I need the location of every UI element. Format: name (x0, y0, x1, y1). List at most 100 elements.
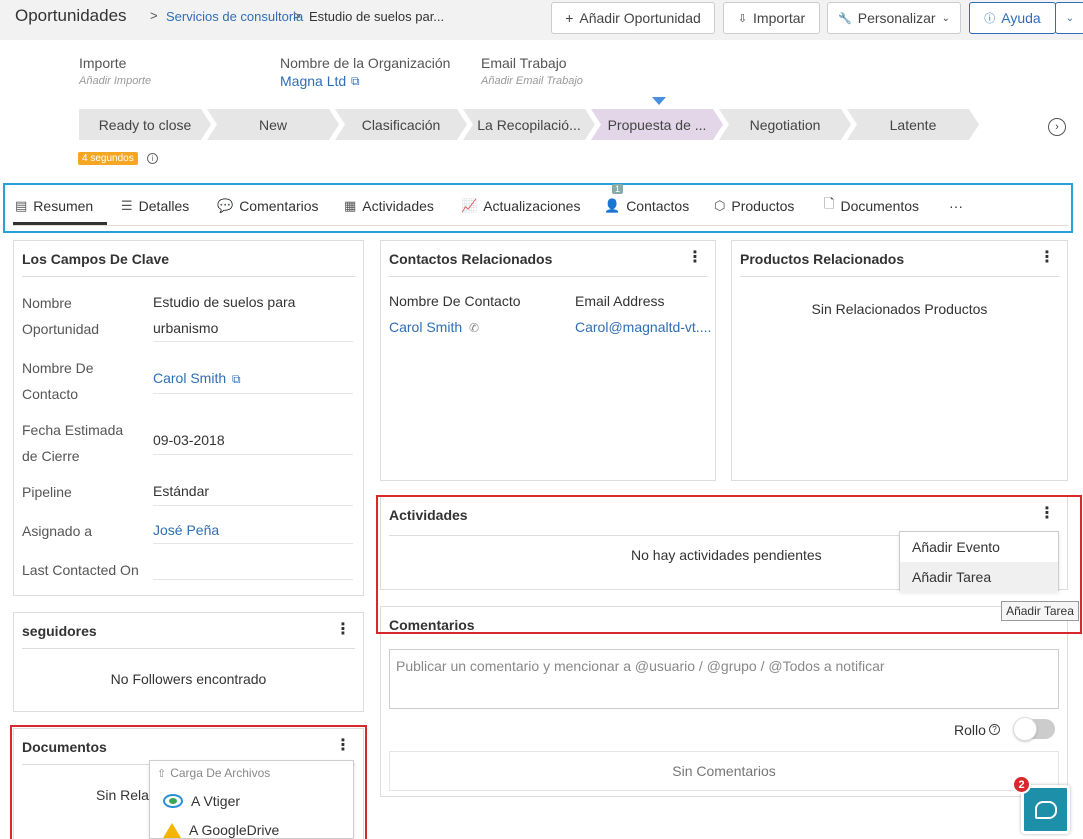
import-button[interactable]: ⇩ Importar (723, 2, 820, 34)
rollup-label: Rollo (954, 722, 986, 738)
contact-email-link[interactable]: Carol@magnaltd-vt.... (575, 319, 711, 335)
module-title[interactable]: Oportunidades (15, 6, 127, 26)
contact-name-link[interactable]: Carol Smith (389, 319, 462, 335)
field-label: Asignado a (22, 523, 93, 539)
card-title: Los Campos De Clave (22, 251, 170, 267)
field-value[interactable]: Estudio de suelos para urbanismo (153, 289, 333, 341)
upload-to-vtiger[interactable]: A Vtiger (163, 793, 240, 809)
divider (153, 543, 353, 544)
stage-timer-badge: 4 segundos (78, 152, 138, 165)
assigned-user-link[interactable]: José Peña (153, 517, 219, 543)
rollup-toggle-knob[interactable] (1013, 717, 1037, 741)
phone-icon[interactable]: ✆ (469, 321, 479, 335)
field-label: Last Contacted On (22, 562, 139, 578)
tabs-divider (13, 225, 1068, 226)
importe-value[interactable]: Añadir Importe (79, 75, 151, 87)
menu-item-add-task[interactable]: Añadir Tarea (900, 562, 1058, 592)
organization-link[interactable]: Magna Ltd (280, 73, 346, 89)
importe-label: Importe (79, 55, 127, 71)
contact-link[interactable]: Carol Smith (153, 365, 226, 391)
summary-card-icon: ▤ (15, 198, 28, 213)
tab-productos[interactable]: ⬡ Productos (714, 195, 794, 217)
more-vertical-icon[interactable]: ⋮ (335, 622, 351, 638)
vtiger-logo-icon (163, 794, 183, 808)
chevron-down-icon: ⌄ (941, 12, 950, 24)
stage-ready-to-close[interactable]: Ready to close (79, 109, 211, 140)
more-vertical-icon[interactable]: ⋮ (1039, 250, 1055, 266)
tab-comentarios[interactable]: 💬 Comentarios (217, 195, 319, 217)
plus-icon: + (565, 10, 574, 26)
help-label: Ayuda (1001, 10, 1041, 26)
comment-bubble-icon: 💬 (217, 198, 234, 213)
empty-message: Sin Comentarios (672, 763, 776, 779)
stage-clasificacion[interactable]: Clasificación (335, 109, 467, 140)
help-button[interactable]: ⓘ Ayuda (969, 2, 1056, 34)
tab-detalles[interactable]: ☰ Detalles (121, 195, 189, 217)
email-label: Email Trabajo (481, 55, 567, 71)
stage-negotiation[interactable]: Negotiation (719, 109, 851, 140)
divider (22, 648, 355, 649)
tab-resumen[interactable]: ▤ Resumen (15, 195, 93, 217)
stage-label: Latente (889, 116, 937, 133)
add-opportunity-label: Añadir Oportunidad (579, 10, 701, 26)
comment-placeholder: Publicar un comentario y mencionar a @us… (396, 658, 885, 674)
help-dropdown-button[interactable]: ⌄ (1055, 2, 1083, 34)
divider (153, 505, 353, 506)
menu-item-label: Añadir Tarea (912, 569, 992, 585)
email-value[interactable]: Añadir Email Trabajo (481, 75, 583, 87)
customize-button[interactable]: 🔧 Personalizar ⌄ (827, 2, 961, 34)
card-title: seguidores (22, 623, 97, 639)
upload-menu-title: Carga De Archivos (170, 766, 271, 780)
pipeline-stages: Ready to close New Clasificación La Reco… (79, 109, 984, 140)
organization-label: Nombre de la Organización (280, 55, 451, 71)
more-vertical-icon[interactable]: ⋮ (687, 250, 703, 266)
stage-propuesta[interactable]: Propuesta de ... (591, 109, 723, 140)
upload-to-googledrive[interactable]: A GoogleDrive (163, 822, 279, 838)
tab-contactos[interactable]: 👤 Contactos (604, 195, 689, 217)
help-circle-icon[interactable]: ? (989, 724, 1000, 735)
stage-recopilacion[interactable]: La Recopilació... (463, 109, 595, 140)
stage-new[interactable]: New (207, 109, 339, 140)
column-header-name: Nombre De Contacto (389, 293, 521, 309)
active-tab-indicator (13, 222, 107, 225)
divider (153, 341, 353, 342)
tab-label: Resumen (33, 198, 94, 214)
followers-card: seguidores ⋮ No Followers encontrado (13, 612, 364, 712)
tab-label: Productos (731, 198, 795, 214)
list-icon: ☰ (121, 198, 133, 213)
field-label: Nombre De Contacto (22, 360, 94, 402)
chat-button[interactable] (1021, 785, 1070, 834)
tab-actualizaciones[interactable]: 📈 Actualizaciones (461, 195, 580, 217)
breadcrumb-link[interactable]: Servicios de consultoria (166, 9, 303, 24)
calendar-icon: ▦ (344, 198, 357, 213)
box-icon: ⬡ (714, 198, 726, 213)
tab-label: Comentarios (239, 198, 319, 214)
divider (740, 276, 1059, 277)
record-tabs: ▤ Resumen ☰ Detalles 💬 Comentarios ▦ Act… (3, 183, 1073, 233)
empty-message: No Followers encontrado (110, 671, 267, 687)
field-value[interactable]: Estándar (153, 478, 209, 504)
breadcrumb-current: Estudio de suelos par... (309, 9, 445, 24)
empty-message: Sin Relacionados Productos (811, 301, 988, 317)
stage-label: La Recopilació... (477, 116, 581, 133)
user-icon: 👤 (604, 198, 621, 213)
field-label: Fecha Estimada de Cierre (22, 422, 124, 464)
tab-actividades[interactable]: ▦ Actividades (344, 195, 434, 217)
breadcrumb-separator-icon: > (293, 8, 301, 23)
next-stages-arrow-icon[interactable]: › (1048, 118, 1066, 136)
external-link-icon[interactable]: ⧉ (351, 74, 360, 89)
field-value[interactable]: 09-03-2018 (153, 427, 225, 453)
tooltip-text: Añadir Tarea (1006, 604, 1074, 618)
tab-more[interactable]: ··· (949, 195, 963, 217)
stage-latente[interactable]: Latente (847, 109, 979, 140)
menu-item-add-event[interactable]: Añadir Evento (900, 532, 1058, 562)
tab-label: Actividades (362, 198, 434, 214)
menu-item-label: Añadir Evento (912, 539, 1000, 555)
external-link-icon[interactable]: ⧉ (232, 372, 241, 387)
google-drive-icon (163, 822, 181, 838)
info-icon[interactable]: i (147, 153, 158, 164)
add-opportunity-button[interactable]: + Añadir Oportunidad (551, 2, 715, 34)
comment-input[interactable]: Publicar un comentario y mencionar a @us… (389, 649, 1059, 709)
tab-label: Contactos (626, 198, 690, 214)
tab-documentos[interactable]: 🗋 Documentos (824, 195, 919, 217)
